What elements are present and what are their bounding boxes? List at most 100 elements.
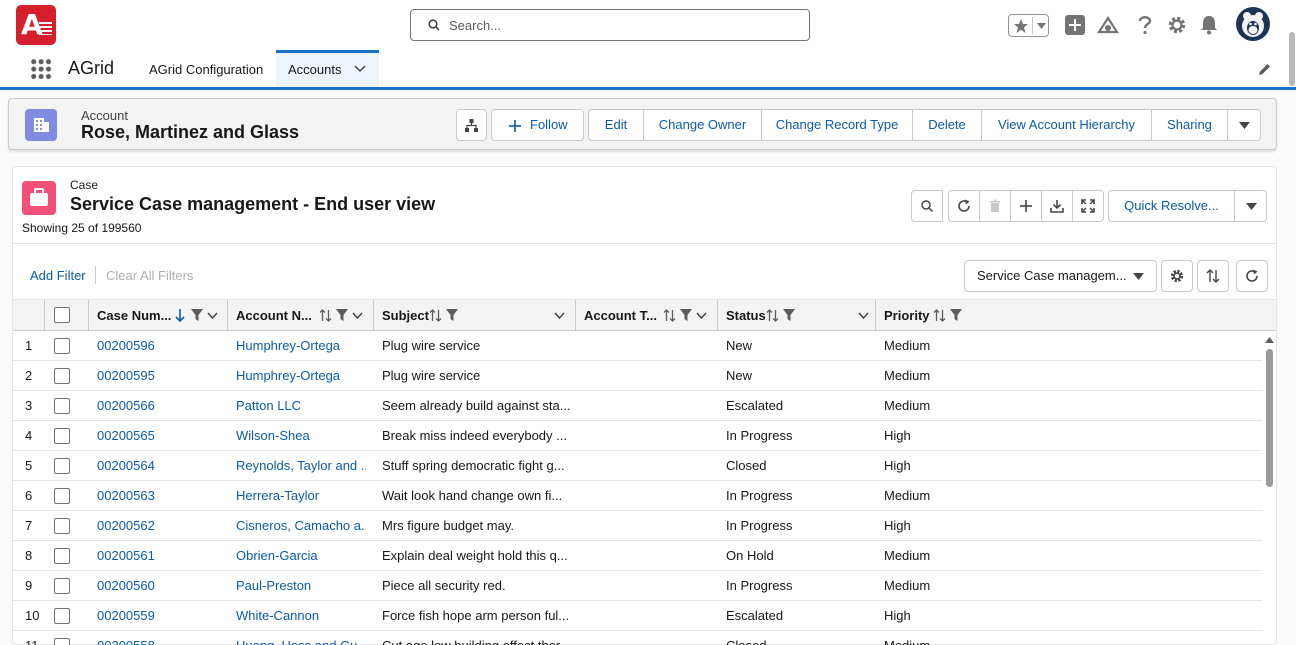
user-avatar[interactable] [1236, 7, 1270, 41]
sort-icon[interactable] [429, 309, 442, 322]
case-number-link[interactable]: 00200566 [97, 391, 155, 421]
case-number-link[interactable]: 00200563 [97, 481, 155, 511]
case-number-link[interactable]: 00200564 [97, 451, 155, 481]
account-name-link[interactable]: Paul-Preston [236, 571, 366, 601]
favorites-button[interactable] [1008, 14, 1049, 37]
tab-agrid-configuration[interactable]: AGrid Configuration [137, 50, 275, 87]
delete-button[interactable]: Delete [912, 109, 982, 141]
case-number-link[interactable]: 00200561 [97, 541, 155, 571]
row-select-checkbox[interactable] [54, 518, 70, 534]
account-name-link[interactable]: Herrera-Taylor [236, 481, 366, 511]
hierarchy-button[interactable] [456, 109, 487, 141]
page-scrollbar-thumb[interactable] [1289, 32, 1295, 86]
clear-all-filters-link[interactable]: Clear All Filters [106, 268, 193, 283]
grid-settings-button[interactable] [1161, 260, 1193, 292]
sort-button[interactable] [1197, 260, 1229, 292]
refresh-button[interactable] [948, 190, 980, 222]
case-number-link[interactable]: 00200596 [97, 331, 155, 361]
chevron-down-icon[interactable] [1037, 23, 1046, 29]
filter-icon[interactable] [950, 309, 962, 321]
table-row[interactable]: 4 00200565 Wilson-Shea Break miss indeed ev… [13, 421, 1262, 451]
row-select-checkbox[interactable] [54, 398, 70, 414]
case-number-link[interactable]: 00200562 [97, 511, 155, 541]
filter-icon[interactable] [783, 309, 795, 321]
chevron-down-icon[interactable] [696, 312, 707, 320]
row-select-checkbox[interactable] [54, 548, 70, 564]
scrollbar-thumb[interactable] [1266, 349, 1273, 487]
sort-icon[interactable] [663, 309, 676, 322]
search-input[interactable] [449, 11, 799, 39]
view-account-hierarchy-button[interactable]: View Account Hierarchy [981, 109, 1152, 141]
change-owner-button[interactable]: Change Owner [643, 109, 762, 141]
chevron-down-icon[interactable] [354, 65, 366, 73]
notifications-bell-icon[interactable] [1200, 15, 1218, 35]
app-logo[interactable]: A [16, 5, 56, 45]
account-name-link[interactable]: Wilson-Shea [236, 421, 366, 451]
table-row[interactable]: 10 00200559 White-Cannon Force fish hope ar… [13, 601, 1262, 631]
row-select-checkbox[interactable] [54, 428, 70, 444]
column-header-subject[interactable]: Subject [374, 300, 576, 331]
account-name-link[interactable]: Patton LLC [236, 391, 366, 421]
export-button[interactable] [1041, 190, 1073, 222]
account-name-link[interactable]: Humphrey-Ortega [236, 361, 366, 391]
global-search[interactable] [410, 9, 810, 41]
table-row[interactable]: 2 00200595 Humphrey-Ortega Plug wire servic… [13, 361, 1262, 391]
chevron-down-icon[interactable] [207, 312, 218, 320]
select-all-checkbox[interactable] [54, 307, 70, 323]
filter-icon[interactable] [680, 309, 692, 321]
row-select-checkbox[interactable] [54, 458, 70, 474]
sharing-button[interactable]: Sharing [1151, 109, 1228, 141]
view-selector[interactable]: Service Case managem... [964, 260, 1157, 292]
row-select-checkbox[interactable] [54, 338, 70, 354]
case-number-link[interactable]: 00200559 [97, 601, 155, 631]
account-name-link[interactable]: Reynolds, Taylor and ... [236, 451, 366, 481]
quick-resolve-button[interactable]: Quick Resolve... [1108, 190, 1235, 222]
quick-resolve-menu-button[interactable] [1234, 190, 1267, 222]
delete-rows-button[interactable] [979, 190, 1011, 222]
account-name-link[interactable]: Cisneros, Camacho a... [236, 511, 366, 541]
edit-button[interactable]: Edit [588, 109, 644, 141]
table-row[interactable]: 11 00200558 Huang, Hess and Gu... Cut age l… [13, 631, 1262, 645]
fullscreen-button[interactable] [1072, 190, 1104, 222]
case-number-link[interactable]: 00200595 [97, 361, 155, 391]
page-scrollbar[interactable] [1288, 2, 1296, 642]
setup-gear-icon[interactable] [1167, 15, 1187, 35]
more-actions-button[interactable] [1227, 109, 1261, 141]
table-row[interactable]: 7 00200562 Cisneros, Camacho a... Mrs figur… [13, 511, 1262, 541]
row-select-checkbox[interactable] [54, 368, 70, 384]
filter-icon[interactable] [191, 309, 203, 321]
column-header-priority[interactable]: Priority [876, 300, 1276, 331]
case-number-link[interactable]: 00200565 [97, 421, 155, 451]
table-row[interactable]: 8 00200561 Obrien-Garcia Explain deal weigh… [13, 541, 1262, 571]
sort-desc-arrow-icon[interactable] [175, 309, 185, 322]
tab-accounts[interactable]: Accounts [276, 50, 379, 87]
sort-icon[interactable] [319, 309, 332, 322]
column-header-account-type[interactable]: Account T... [576, 300, 718, 331]
column-header-status[interactable]: Status [718, 300, 876, 331]
add-filter-link[interactable]: Add Filter [30, 268, 86, 283]
reset-view-button[interactable] [1236, 260, 1268, 292]
change-record-type-button[interactable]: Change Record Type [761, 109, 913, 141]
scroll-up-arrow-icon[interactable] [1265, 337, 1274, 343]
case-number-link[interactable]: 00200558 [97, 631, 155, 645]
account-name-link[interactable]: Huang, Hess and Gu... [236, 631, 366, 645]
table-row[interactable]: 6 00200563 Herrera-Taylor Wait look hand ch… [13, 481, 1262, 511]
grid-vertical-scrollbar[interactable] [1264, 333, 1276, 645]
filter-icon[interactable] [336, 309, 348, 321]
add-row-button[interactable] [1010, 190, 1042, 222]
chevron-down-icon[interactable] [858, 312, 869, 320]
trailhead-icon[interactable] [1097, 15, 1119, 35]
case-number-link[interactable]: 00200560 [97, 571, 155, 601]
row-select-checkbox[interactable] [54, 638, 70, 645]
filter-icon[interactable] [446, 309, 458, 321]
chevron-down-icon[interactable] [352, 312, 363, 320]
chevron-down-icon[interactable] [554, 312, 565, 320]
row-select-checkbox[interactable] [54, 608, 70, 624]
row-select-checkbox[interactable] [54, 488, 70, 504]
grid-search-button[interactable] [911, 190, 943, 222]
table-row[interactable]: 5 00200564 Reynolds, Taylor and ... Stuff s… [13, 451, 1262, 481]
row-select-checkbox[interactable] [54, 578, 70, 594]
table-row[interactable]: 3 00200566 Patton LLC Seem already build ag… [13, 391, 1262, 421]
account-name-link[interactable]: White-Cannon [236, 601, 366, 631]
global-actions-icon[interactable] [1065, 15, 1085, 35]
